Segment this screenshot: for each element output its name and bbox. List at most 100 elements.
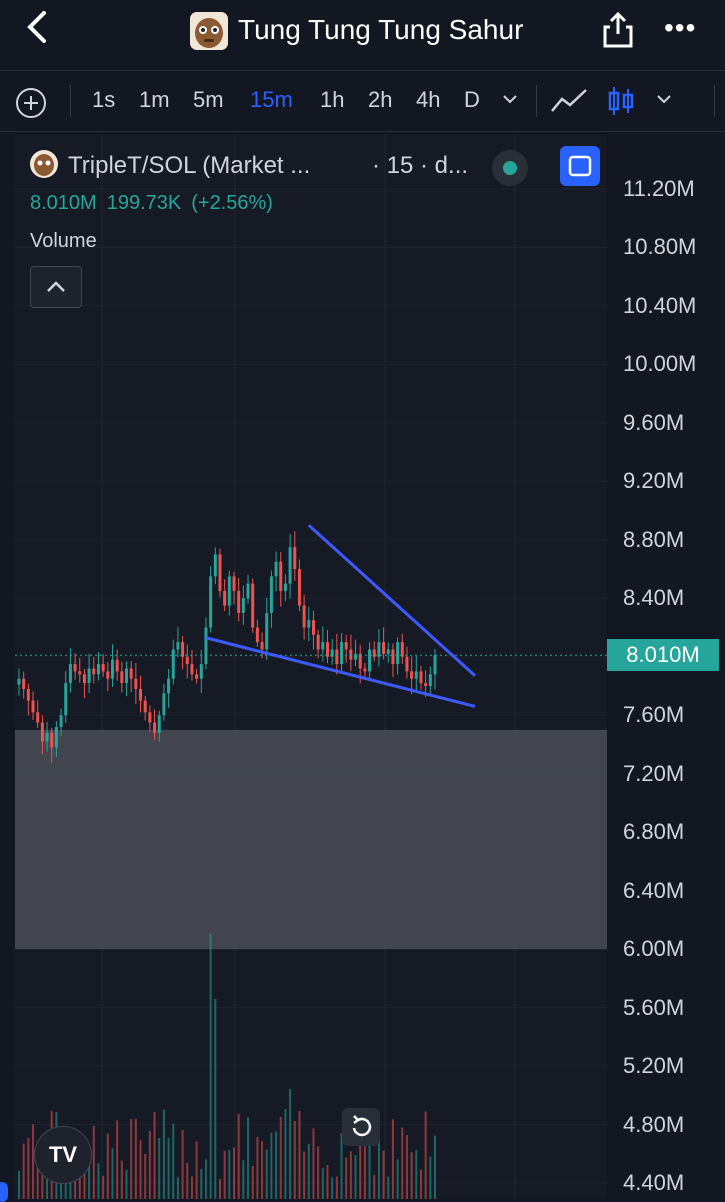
volume-bar <box>289 1089 292 1199</box>
timeframe-1h[interactable]: 1h <box>320 87 344 113</box>
price-tick-label: 10.40M <box>623 292 697 318</box>
volume-bar <box>373 1174 376 1199</box>
candle-body <box>316 634 320 650</box>
candle-body <box>134 678 138 689</box>
volume-bar <box>176 1177 179 1199</box>
candle-body <box>424 683 428 686</box>
reset-chart-button[interactable] <box>342 1108 380 1146</box>
volume-bar <box>162 1109 165 1199</box>
candle-body <box>419 671 423 684</box>
market-status[interactable] <box>492 150 528 186</box>
candle-body <box>396 642 400 665</box>
candles-icon[interactable] <box>606 85 636 117</box>
candle-body <box>87 668 91 684</box>
volume-bar <box>331 1177 334 1199</box>
volume-bar <box>275 1131 278 1199</box>
volume-bar <box>223 1150 226 1199</box>
candle-body <box>377 642 381 657</box>
candle-body <box>288 547 292 584</box>
candle-body <box>110 659 114 679</box>
candle-body <box>307 620 311 628</box>
candle-body <box>68 664 72 684</box>
volume-bar <box>158 1137 161 1199</box>
volume-bar <box>200 1168 203 1199</box>
volume-bar <box>228 1149 231 1199</box>
chevron-down-icon[interactable] <box>500 89 520 109</box>
add-indicator-icon[interactable] <box>16 88 46 118</box>
candle-body <box>82 674 86 684</box>
candle-body <box>176 642 180 650</box>
candle-body <box>185 656 189 665</box>
symbol-interval: · 15 · d... <box>372 152 469 179</box>
candle-body <box>45 732 49 742</box>
volume-bar <box>405 1135 408 1199</box>
candle-body <box>181 642 185 657</box>
line-chart-icon[interactable] <box>550 87 588 115</box>
page-title: Tung Tung Tung Sahur <box>238 14 524 45</box>
fullscreen-button[interactable] <box>560 146 600 186</box>
fullscreen-icon <box>568 155 592 177</box>
candle-body <box>265 612 269 650</box>
reset-icon <box>352 1115 372 1137</box>
timeframe-5m[interactable]: 5m <box>193 87 224 113</box>
volume-bar <box>139 1140 142 1199</box>
top-nav: Tung Tung Tung Sahur ••• <box>0 0 725 68</box>
candle-body <box>209 576 213 628</box>
volume-bar <box>387 1176 390 1199</box>
candle-body <box>433 655 437 675</box>
candle-body <box>120 671 124 684</box>
candle-body <box>129 668 133 679</box>
symbol-avatar <box>30 150 58 178</box>
timeframe-4h[interactable]: 4h <box>416 87 440 113</box>
candle-body <box>54 726 58 748</box>
symbol-name[interactable]: TripleT/SOL (Market ... <box>68 152 310 180</box>
back-icon[interactable] <box>26 10 62 50</box>
candle-body <box>162 693 166 716</box>
candle-body <box>59 715 63 727</box>
candle-body <box>78 671 82 675</box>
price-tick-label: 6.00M <box>623 936 685 962</box>
candle-body <box>255 627 259 643</box>
toolbar-divider <box>714 85 715 117</box>
volume-bar <box>391 1119 394 1199</box>
timeframe-15m[interactable]: 15m <box>250 87 293 113</box>
volume-bar <box>424 1111 427 1199</box>
candle-body <box>428 674 432 686</box>
volume-bar <box>148 1130 151 1199</box>
volume-bar <box>256 1136 259 1199</box>
chevron-down-icon[interactable] <box>654 89 674 109</box>
timeframe-d[interactable]: D <box>464 87 480 113</box>
price-axis[interactable]: 11.20M 10.80M 10.40M 10.00M 9.60M 9.20M 8.80M 8… <box>607 135 725 1199</box>
timeframe-1s[interactable]: 1s <box>92 87 115 113</box>
current-price-label: 8.010M <box>607 639 719 672</box>
price-chart[interactable] <box>15 135 607 1199</box>
candle-body <box>232 576 236 591</box>
volume-bar <box>377 1140 380 1199</box>
candle-body <box>139 688 143 701</box>
candle-body <box>274 561 278 577</box>
candle-body <box>195 674 199 679</box>
volume-bar <box>27 1137 30 1199</box>
price-change: 199.73K <box>106 192 182 214</box>
candle-body <box>227 576 231 606</box>
tradingview-logo[interactable]: TV <box>34 1126 92 1184</box>
more-icon[interactable]: ••• <box>664 10 700 50</box>
volume-bar <box>434 1135 436 1199</box>
candle-body <box>96 664 100 675</box>
volume-bar <box>120 1160 123 1199</box>
collapse-legend-button[interactable] <box>30 266 82 308</box>
candle-body <box>22 678 26 689</box>
toolbar-divider <box>70 85 71 117</box>
token-avatar <box>190 12 228 50</box>
share-icon[interactable] <box>600 10 636 50</box>
candle-body <box>391 649 395 665</box>
price-tick-label: 4.40M <box>623 1170 685 1195</box>
timeframe-1m[interactable]: 1m <box>139 87 170 113</box>
candle-body <box>101 664 105 672</box>
volume-bar <box>186 1162 189 1199</box>
candle-body <box>251 583 255 628</box>
timeframe-2h[interactable]: 2h <box>368 87 392 113</box>
chart-pane[interactable] <box>15 135 607 1199</box>
volume-bar <box>190 1176 193 1199</box>
volume-bar <box>92 1125 95 1199</box>
